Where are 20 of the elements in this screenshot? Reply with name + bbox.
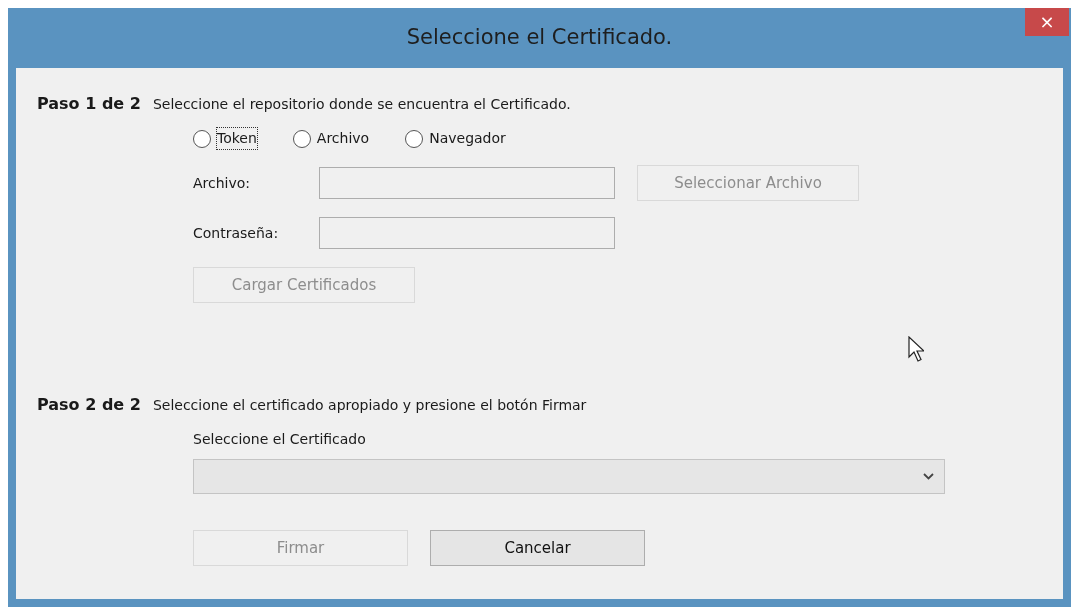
close-button[interactable]: ×	[1025, 8, 1069, 36]
step-heading: Paso 1 de 2	[37, 93, 141, 115]
step-instruction: Seleccione el repositorio donde se encuentra el Certificado.	[152, 95, 571, 114]
radio-button[interactable]	[193, 129, 211, 148]
radio-button[interactable]	[405, 129, 424, 148]
radio-label: Token	[217, 128, 257, 149]
window-title: Seleccione el Certificado.	[406, 24, 673, 52]
field-label: Contraseña:	[193, 223, 280, 243]
field-label: Archivo:	[193, 173, 252, 193]
radio-label: Navegador	[429, 129, 506, 148]
step-heading: Paso 2 de 2	[37, 394, 141, 416]
file-path-field[interactable]	[319, 167, 615, 199]
password-field[interactable]	[319, 217, 615, 249]
radio-button[interactable]	[292, 129, 311, 148]
radio-label: Archivo	[316, 129, 370, 148]
step-instruction: Seleccione el certificado apropiado y presione el botón Firmar	[152, 396, 587, 415]
chevron-down-icon	[923, 473, 934, 480]
dropdown-label: Seleccione el Certificado	[193, 431, 366, 447]
cancel-button[interactable]: Cancelar	[430, 530, 645, 566]
mouse-cursor-icon	[908, 336, 924, 362]
